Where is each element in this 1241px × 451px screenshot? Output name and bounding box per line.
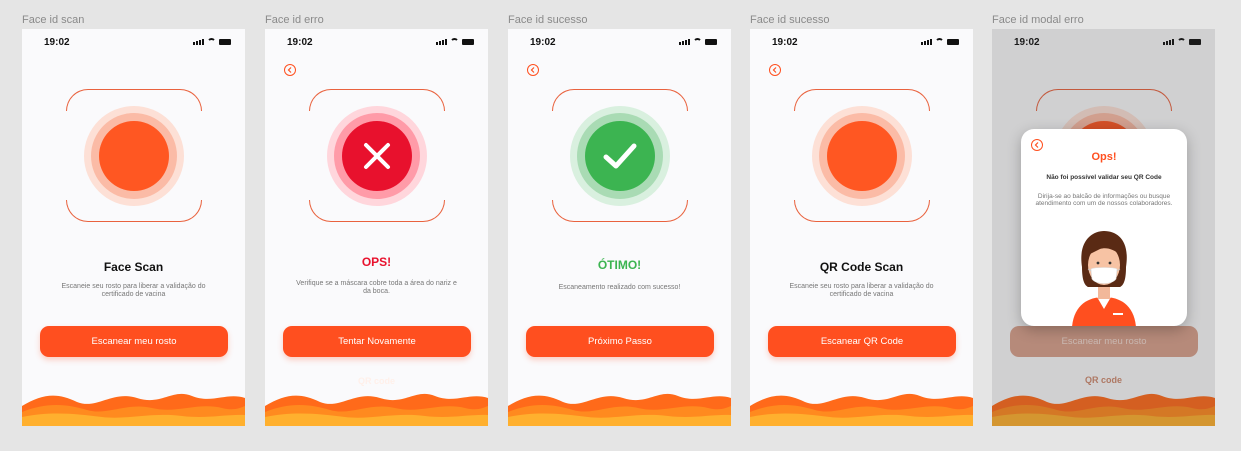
signal-icon bbox=[436, 39, 447, 45]
screen-description: Escaneie seu rosto para liberar a valida… bbox=[789, 283, 934, 298]
try-again-button[interactable]: Tentar Novamente bbox=[283, 326, 471, 357]
phone-qr-scan: 19:02 QR Code Scan Escaneie seu rosto pa… bbox=[750, 29, 973, 426]
face-scan-target bbox=[552, 89, 688, 222]
scan-dot bbox=[99, 120, 169, 191]
waves-decoration bbox=[508, 393, 731, 426]
face-scan-target bbox=[66, 89, 202, 222]
screen-title: Face Scan bbox=[103, 260, 164, 274]
nurse-illustration bbox=[1072, 231, 1136, 326]
status-icons bbox=[193, 38, 231, 45]
scan-dot bbox=[827, 120, 897, 191]
chevron-left-circle-icon[interactable] bbox=[769, 64, 781, 76]
chevron-left-circle-icon[interactable] bbox=[284, 64, 296, 76]
success-badge bbox=[585, 120, 655, 191]
waves-decoration bbox=[22, 393, 245, 426]
frame-label-face-error: Face id erro bbox=[265, 14, 324, 26]
check-icon bbox=[603, 143, 637, 168]
wifi-icon bbox=[693, 38, 702, 45]
phone-face-success: 19:02 ÓTIMO! Escaneamento realizado com … bbox=[508, 29, 731, 426]
chevron-left-circle-icon[interactable] bbox=[527, 64, 539, 76]
wifi-icon bbox=[207, 38, 216, 45]
status-time: 19:02 bbox=[772, 37, 798, 48]
screen-description: Verifique se a máscara cobre toda a área… bbox=[296, 280, 457, 295]
phone-face-error: 19:02 OPS! Verifique se a máscara cobre … bbox=[265, 29, 488, 426]
frame-label-modal-error: Face id modal erro bbox=[992, 14, 1084, 26]
status-time: 19:02 bbox=[44, 37, 70, 48]
error-modal: Ops! Não foi possível validar seu QR Cod… bbox=[1021, 129, 1187, 326]
wifi-icon bbox=[935, 38, 944, 45]
battery-icon bbox=[947, 39, 959, 45]
waves-decoration bbox=[265, 393, 488, 426]
signal-icon bbox=[921, 39, 932, 45]
signal-icon bbox=[193, 39, 204, 45]
frame-label-qr-scan: Face id sucesso bbox=[750, 14, 830, 26]
status-time: 19:02 bbox=[287, 37, 313, 48]
scan-qr-button[interactable]: Escanear QR Code bbox=[768, 326, 956, 357]
signal-icon bbox=[679, 39, 690, 45]
battery-icon bbox=[462, 39, 474, 45]
screen-title: ÓTIMO! bbox=[597, 258, 642, 272]
qr-scan-target bbox=[794, 89, 930, 222]
modal-body: Dirija-se ao balcão de informações ou bu… bbox=[1035, 193, 1173, 207]
phone-modal-error: 19:02 Escanear meu rosto QR code Ops! Nã… bbox=[992, 29, 1215, 426]
error-badge bbox=[342, 120, 412, 191]
frame-label-face-scan: Face id scan bbox=[22, 14, 85, 26]
battery-icon bbox=[219, 39, 231, 45]
face-scan-target bbox=[309, 89, 445, 222]
phone-face-scan: 19:02 Face Scan Escaneie seu rosto para … bbox=[22, 29, 245, 426]
next-step-button[interactable]: Próximo Passo bbox=[526, 326, 714, 357]
screen-title: QR Code Scan bbox=[819, 260, 904, 274]
waves-decoration bbox=[750, 393, 973, 426]
status-time: 19:02 bbox=[530, 37, 556, 48]
close-icon bbox=[364, 142, 390, 169]
chevron-left-circle-icon[interactable] bbox=[1031, 139, 1043, 151]
scan-face-button[interactable]: Escanear meu rosto bbox=[40, 326, 228, 357]
status-icons bbox=[436, 38, 474, 45]
screen-title: OPS! bbox=[361, 255, 392, 269]
status-icons bbox=[921, 38, 959, 45]
frame-label-face-success: Face id sucesso bbox=[508, 14, 588, 26]
modal-subtitle: Não foi possível validar seu QR Code bbox=[1046, 174, 1162, 181]
battery-icon bbox=[705, 39, 717, 45]
status-icons bbox=[679, 38, 717, 45]
screen-description: Escaneamento realizado com sucesso! bbox=[558, 284, 681, 291]
screen-description: Escaneie seu rosto para liberar a valida… bbox=[61, 283, 206, 298]
modal-title: Ops! bbox=[1091, 151, 1117, 163]
wifi-icon bbox=[450, 38, 459, 45]
